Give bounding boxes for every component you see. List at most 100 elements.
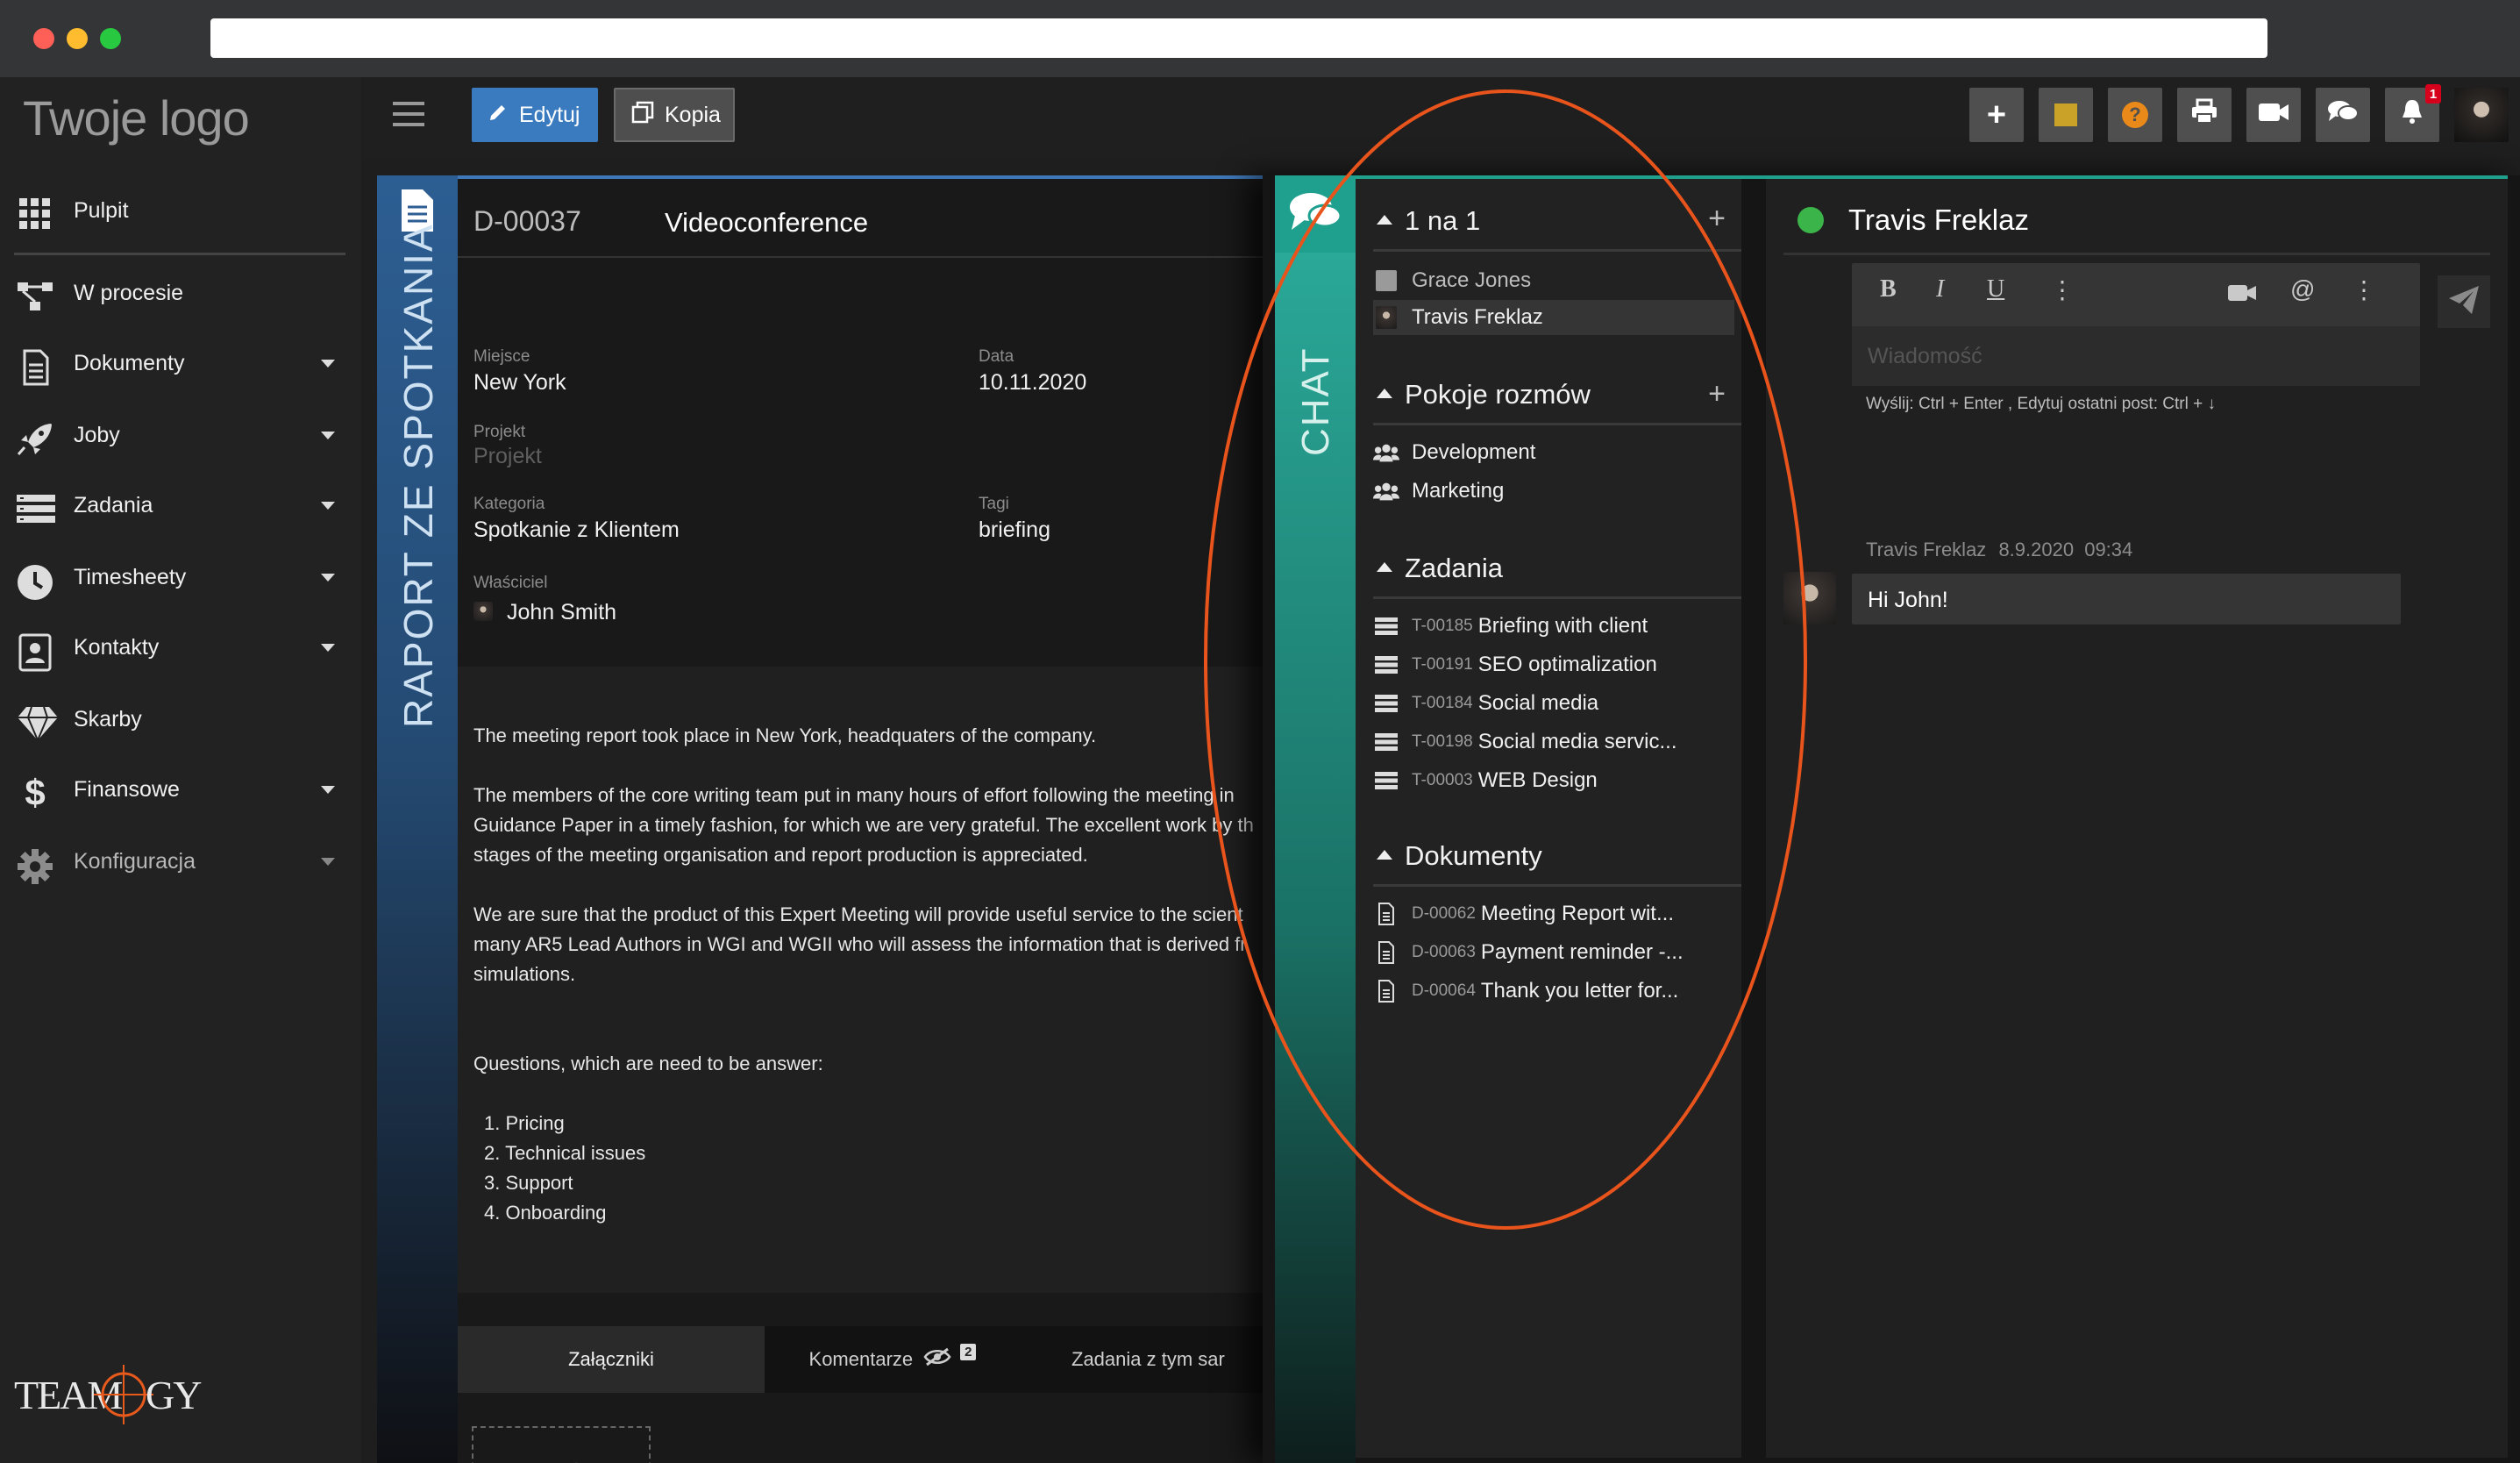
date-value[interactable]: 10.11.2020 xyxy=(979,370,1086,396)
print-button[interactable] xyxy=(2177,88,2232,142)
address-bar[interactable] xyxy=(210,18,2267,58)
sidebar-item-dokumenty[interactable]: Dokumenty xyxy=(0,330,361,400)
edit-button[interactable]: Edytuj xyxy=(472,88,598,142)
clock-icon xyxy=(16,563,54,600)
sidebar-item-timesheety[interactable]: Timesheety xyxy=(0,544,361,614)
bold-button[interactable]: B xyxy=(1880,275,1897,303)
document-side-bar: RAPORT ZE SPOTKANIA xyxy=(377,175,458,1463)
section-one-on-one[interactable]: 1 na 1 xyxy=(1377,205,1480,237)
send-button[interactable] xyxy=(2438,275,2490,328)
top-toolbar: Edytuj Kopia + ? 1 xyxy=(361,77,2520,158)
body-paragraph: We are sure that the product of this Exp… xyxy=(473,903,1243,925)
notification-badge: 1 xyxy=(2425,84,2441,103)
sidebar-item-label: Pulpit xyxy=(74,198,129,223)
more-options-icon[interactable]: ⋮ xyxy=(2352,275,2376,304)
contact-grace-jones[interactable]: Grace Jones xyxy=(1373,263,1734,298)
user-avatar[interactable] xyxy=(2454,88,2509,142)
copy-button[interactable]: Kopia xyxy=(614,88,735,142)
chat-document-item[interactable]: D-00064 Thank you letter for... xyxy=(1373,974,1734,1009)
sidebar-divider xyxy=(14,253,345,255)
message-author: Travis Freklaz xyxy=(1866,539,1987,560)
sidebar-item-konfiguracja[interactable]: Konfiguracja xyxy=(0,828,361,898)
workflow-icon xyxy=(16,279,54,314)
add-button[interactable]: + xyxy=(1969,88,2024,142)
window-close-button[interactable] xyxy=(33,28,54,49)
document-code: D-00064 xyxy=(1412,981,1476,1000)
room-development[interactable]: Development xyxy=(1373,435,1734,470)
sidebar-item-skarby[interactable]: Skarby xyxy=(0,686,361,756)
help-button[interactable]: ? xyxy=(2108,88,2162,142)
task-code: T-00198 xyxy=(1412,732,1473,751)
underline-button[interactable]: U xyxy=(1987,275,2004,303)
add-room-button[interactable]: + xyxy=(1708,377,1726,411)
sidebar-item-label: Konfiguracja xyxy=(74,849,196,874)
sidebar-item-pulpit[interactable]: Pulpit xyxy=(0,177,361,247)
collapse-triangle-icon xyxy=(1377,850,1392,860)
logo[interactable]: Twoje logo xyxy=(23,89,250,146)
upload-dropzone[interactable] xyxy=(472,1426,651,1463)
sidebar-item-w-procesie[interactable]: W procesie xyxy=(0,260,361,330)
body-paragraph: The members of the core writing team put… xyxy=(473,784,1235,806)
chat-task-item[interactable]: T-00185 Briefing with client xyxy=(1373,609,1734,644)
chevron-down-icon xyxy=(321,644,335,652)
group-icon xyxy=(1373,482,1399,501)
collapse-triangle-icon xyxy=(1377,562,1392,572)
conversation-panel: Travis Freklaz B I U ⋮ @ ⋮ Wiadomość Wyś… xyxy=(1766,179,2508,1458)
message-bubble[interactable]: Hi John! xyxy=(1852,574,2401,624)
room-marketing[interactable]: Marketing xyxy=(1373,474,1734,509)
video-call-button[interactable] xyxy=(2246,88,2301,142)
task-code: T-00191 xyxy=(1412,655,1473,674)
sidebar-item-finansowe[interactable]: $ Finansowe xyxy=(0,756,361,826)
category-value[interactable]: Spotkanie z Klientem xyxy=(473,517,680,543)
chat-task-item[interactable]: T-00184 Social media xyxy=(1373,686,1734,721)
document-name: Thank you letter for... xyxy=(1480,979,1679,1003)
sidebar-item-label: Dokumenty xyxy=(74,351,185,375)
chevron-down-icon xyxy=(321,574,335,582)
gear-icon xyxy=(16,847,54,884)
paper-plane-icon xyxy=(2447,284,2481,320)
user-placeholder-icon xyxy=(1373,270,1399,291)
video-camera-icon[interactable] xyxy=(2227,281,2257,309)
tab-label: Komentarze xyxy=(808,1348,914,1370)
chat-task-item[interactable]: T-00191 SEO optimalization xyxy=(1373,647,1734,682)
chat-task-item[interactable]: T-00003 WEB Design xyxy=(1373,763,1734,798)
sidebar-item-zadania[interactable]: Zadania xyxy=(0,472,361,542)
mention-button[interactable]: @ xyxy=(2290,275,2315,303)
project-field[interactable]: Projekt xyxy=(473,444,542,469)
section-documents[interactable]: Dokumenty xyxy=(1377,840,1542,872)
place-value[interactable]: New York xyxy=(473,370,566,396)
tab-attachments[interactable]: Załączniki xyxy=(458,1326,765,1393)
chat-document-item[interactable]: D-00063 Payment reminder -... xyxy=(1373,935,1734,970)
section-rooms[interactable]: Pokoje rozmów xyxy=(1377,379,1591,410)
tags-value[interactable]: briefing xyxy=(979,517,1050,543)
owner-value[interactable]: John Smith xyxy=(507,600,616,625)
section-title: 1 na 1 xyxy=(1405,205,1481,236)
notifications-button[interactable]: 1 xyxy=(2385,84,2441,142)
window-maximize-button[interactable] xyxy=(100,28,121,49)
chevron-down-icon xyxy=(321,858,335,866)
window-minimize-button[interactable] xyxy=(67,28,88,49)
chat-panel: CHAT 1 na 1 + Grace Jones Travis Freklaz… xyxy=(1263,175,2520,1463)
chat-bubbles-icon xyxy=(1288,189,1342,239)
message-input[interactable]: Wiadomość xyxy=(1852,326,2420,386)
sticky-note-button[interactable] xyxy=(2039,88,2093,142)
contact-travis-freklaz[interactable]: Travis Freklaz xyxy=(1373,300,1734,335)
document-panel: RAPORT ZE SPOTKANIA D-00037 Videoconfere… xyxy=(377,175,1263,1463)
tab-comments[interactable]: Komentarze 2 xyxy=(765,1326,1021,1393)
add-conversation-button[interactable]: + xyxy=(1708,202,1726,236)
chat-side-tab[interactable] xyxy=(1275,175,1356,253)
chat-task-item[interactable]: T-00198 Social media servic... xyxy=(1373,724,1734,760)
conversation-contact-name: Travis Freklaz xyxy=(1848,203,2029,236)
pencil-icon xyxy=(488,102,509,129)
hamburger-menu-icon[interactable] xyxy=(393,102,424,130)
document-code: D-00063 xyxy=(1412,943,1476,961)
more-format-icon[interactable]: ⋮ xyxy=(2050,275,2075,304)
chat-button[interactable] xyxy=(2316,88,2370,142)
italic-button[interactable]: I xyxy=(1936,275,1944,303)
project-label: Projekt xyxy=(473,423,526,441)
document-body[interactable]: The meeting report took place in New Yor… xyxy=(458,667,1263,1293)
section-tasks[interactable]: Zadania xyxy=(1377,553,1503,584)
sidebar-item-kontakty[interactable]: Kontakty xyxy=(0,614,361,684)
chat-document-item[interactable]: D-00062 Meeting Report wit... xyxy=(1373,896,1734,931)
sidebar-item-joby[interactable]: Joby xyxy=(0,402,361,472)
